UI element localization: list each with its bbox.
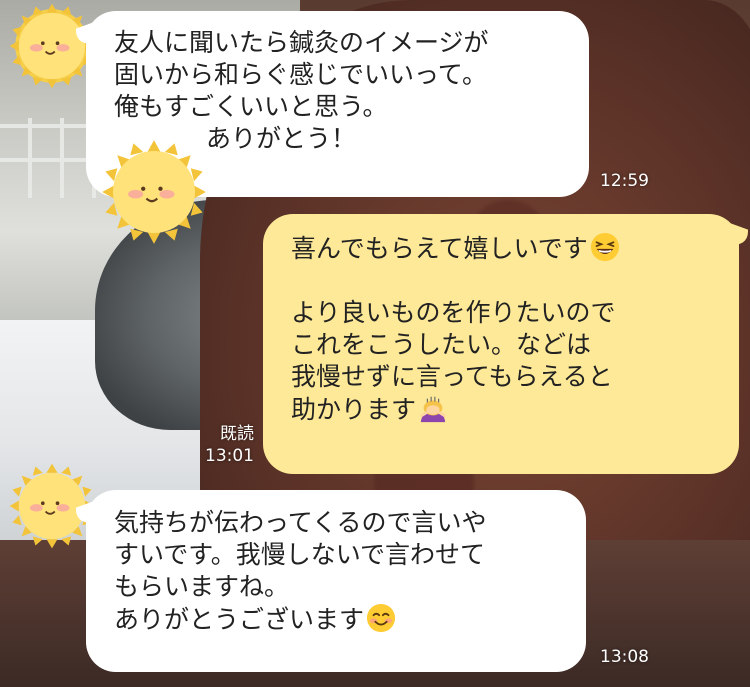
message-text-line: 喜んでもらえて嬉しいです <box>291 232 739 265</box>
read-label: 既読 <box>220 424 254 444</box>
message-text-line: 俺もすごくいいと思う。 <box>114 92 388 121</box>
message-text-line: 気持ちが伝わってくるので言いや <box>114 508 487 537</box>
sun-face-avatar-icon[interactable] <box>6 0 98 92</box>
message-text-line: 我慢せずに言ってもらえると <box>291 362 613 391</box>
read-receipt: 既読 13:01 <box>196 423 254 467</box>
grinning-squinting-face-icon <box>590 232 620 262</box>
person-bowing-icon <box>418 393 448 423</box>
incoming-message-bubble[interactable]: 気持ちが伝わってくるので言いや すいです。我慢しないで言わせて もらいますね。 … <box>86 490 586 672</box>
message-text-line: 固いから和らぐ感じでいいって。 <box>114 60 488 89</box>
outgoing-message-bubble[interactable]: 喜んでもらえて嬉しいです より良いものを作りたいので これをこうしたい。などは … <box>263 214 739 474</box>
message-timestamp: 13:01 <box>205 446 254 466</box>
sun-face-avatar-icon[interactable] <box>100 138 208 246</box>
message-text-line: ありがとうございます <box>114 603 586 636</box>
message-text-line: 助かります <box>291 393 739 426</box>
message-text-line: もらいますね。 <box>114 572 290 601</box>
message-text-line: より良いものを作りたいので <box>291 298 616 327</box>
chat-thread[interactable]: 友人に聞いたら鍼灸のイメージが 固いから和らぐ感じでいいって。 俺もすごくいいと… <box>0 0 750 687</box>
message-text-line: 友人に聞いたら鍼灸のイメージが <box>114 28 489 57</box>
message-timestamp: 12:59 <box>600 171 649 191</box>
smiling-face-icon <box>366 603 396 633</box>
message-timestamp: 13:08 <box>600 647 649 667</box>
message-text-line: これをこうしたい。などは <box>291 330 592 359</box>
message-text-line: すいです。我慢しないで言わせて <box>114 540 486 569</box>
